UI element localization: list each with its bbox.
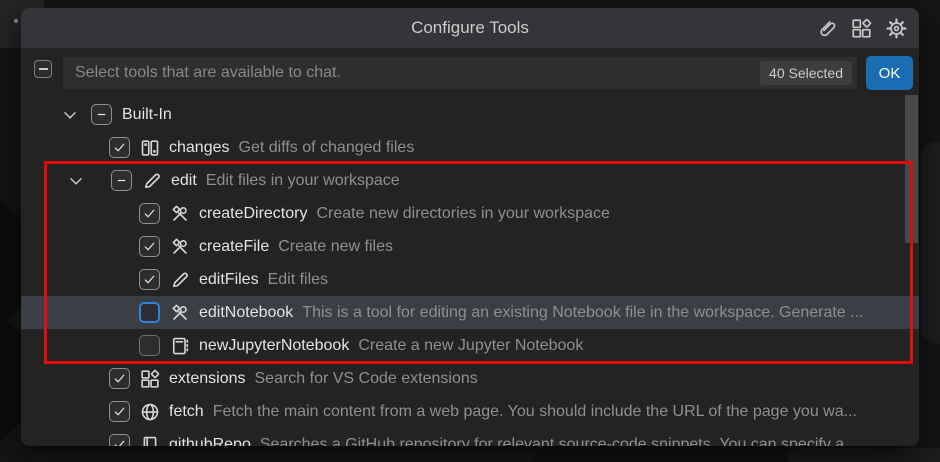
tool-row-fetch[interactable]: fetch Fetch the main content from a web … [21,395,919,428]
tool-label: editNotebook [199,304,293,322]
pencil-icon [142,171,162,191]
gear-icon[interactable] [886,18,907,39]
repo-icon [140,435,160,447]
filter-row: 40 Selected OK [21,48,919,98]
configure-tools-dialog: Configure Tools 40 Selected OK Built-In … [21,8,919,446]
tool-description: Edit files [268,271,328,289]
diff-icon [140,138,160,158]
tool-label: changes [169,139,230,157]
tool-row-edit[interactable]: edit Edit files in your workspace [21,164,919,197]
backdrop-shape [34,452,534,462]
tool-description: Create new directories in your workspace [316,205,609,223]
checkbox-newJupyterNotebook[interactable] [139,335,160,356]
tool-description: Fetch the main content from a web page. … [213,403,857,421]
attach-icon[interactable] [816,18,837,39]
checkbox-changes[interactable] [109,137,130,158]
extensions-icon[interactable] [851,18,872,39]
tool-row-extensions[interactable]: extensions Search for VS Code extensions [21,362,919,395]
filter-input[interactable] [63,57,857,89]
tool-row-editNotebook[interactable]: editNotebook This is a tool for editing … [21,296,919,329]
tool-row-newJupyterNotebook[interactable]: newJupyterNotebook Create a new Jupyter … [21,329,919,362]
tool-description: Create a new Jupyter Notebook [358,337,583,355]
tool-label: edit [171,172,197,190]
tools-tree: Built-In changes Get diffs of changed fi… [21,98,919,446]
tools-icon [170,303,190,323]
tool-label: editFiles [199,271,259,289]
checkbox-extensions[interactable] [109,368,130,389]
tool-description: Get diffs of changed files [239,139,415,157]
tool-row-editFiles[interactable]: editFiles Edit files [21,263,919,296]
tool-description: This is a tool for editing an existing N… [302,304,863,322]
tool-description: Search for VS Code extensions [255,370,478,388]
tool-description: Edit files in your workspace [206,172,400,190]
checkbox-editNotebook[interactable] [139,302,160,323]
tool-label: extensions [169,370,246,388]
backdrop-shape [921,142,940,344]
dialog-title: Configure Tools [21,8,919,48]
tools-icon [170,204,190,224]
notebook-icon [170,336,190,356]
dialog-titlebar: Configure Tools [21,8,919,48]
globe-icon [140,402,160,422]
filter-input-wrap: 40 Selected [63,57,857,89]
tool-description: Searches a GitHub repository for relevan… [260,436,858,447]
tool-label: createDirectory [199,205,307,223]
indeterminate-dash-icon [39,68,48,70]
tool-row-githubRepo[interactable]: githubRepo Searches a GitHub repository … [21,428,919,446]
tool-label: githubRepo [169,436,251,447]
tool-row-changes[interactable]: changes Get diffs of changed files [21,131,919,164]
checkbox-editFiles[interactable] [139,269,160,290]
ok-button[interactable]: OK [866,56,913,90]
pencil-icon [170,270,190,290]
tool-label: createFile [199,238,269,256]
tool-row-createDirectory[interactable]: createDirectory Create new directories i… [21,197,919,230]
tool-label: Built-In [122,106,172,124]
checkbox-edit[interactable] [111,170,132,191]
tool-label: fetch [169,403,204,421]
toggle-all-checkbox[interactable] [34,60,52,78]
checkbox-built-in[interactable] [91,104,112,125]
tool-label: newJupyterNotebook [199,337,349,355]
checkbox-githubRepo[interactable] [109,434,130,446]
chevron-down-icon[interactable] [61,106,79,124]
backdrop-shape [788,448,940,462]
scrollbar-thumb[interactable] [905,95,918,243]
extensions-icon [140,369,160,389]
tools-icon [170,237,190,257]
selected-count-badge: 40 Selected [760,61,852,85]
tool-row-built-in[interactable]: Built-In [21,98,919,131]
chevron-down-icon[interactable] [67,172,85,190]
tool-row-createFile[interactable]: createFile Create new files [21,230,919,263]
titlebar-actions [816,8,907,48]
tool-description: Create new files [278,238,393,256]
backdrop-dot [14,19,18,23]
checkbox-createFile[interactable] [139,236,160,257]
checkbox-fetch[interactable] [109,401,130,422]
checkbox-createDirectory[interactable] [139,203,160,224]
